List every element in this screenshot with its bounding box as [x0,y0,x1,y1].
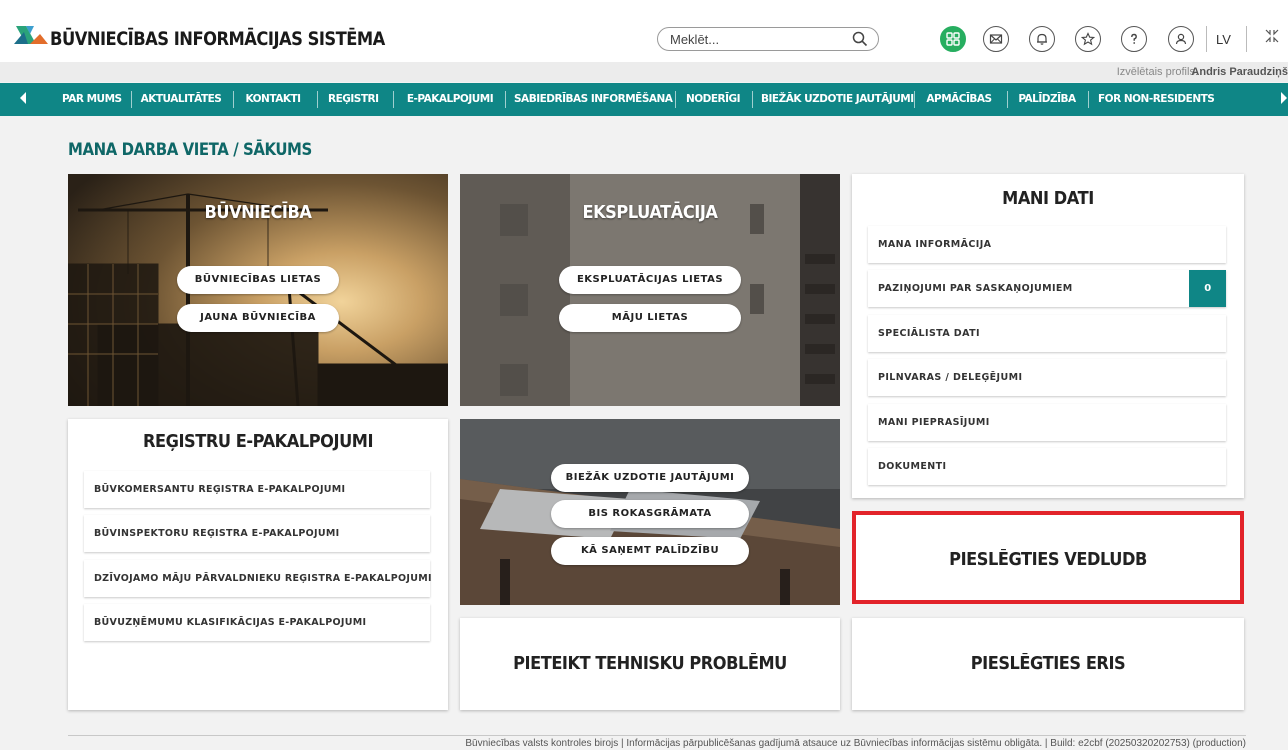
mana-informacija-link[interactable]: MANA INFORMĀCIJA [868,226,1226,263]
nav-separator [914,91,915,108]
bell-icon[interactable] [1029,26,1055,52]
star-icon[interactable] [1075,26,1101,52]
ekspluatacijas-lietas-button[interactable]: EKSPLUATĀCIJAS LIETAS [559,266,741,294]
tehniska-label: PIETEIKT TEHNISKU PROBLĒMU [513,653,787,674]
toolbar-separator [1246,26,1247,52]
bis-rokasgramata-button[interactable]: BIS ROKASGRĀMATA [551,500,749,528]
language-switch[interactable]: LV [1216,32,1231,47]
page-title: MANA DARBA VIETA / SĀKUMS [68,140,312,160]
mani-dati-title: MANI DATI [1002,188,1094,209]
dzivojamo-maju-parvaldnieku-registrs-link[interactable]: DZĪVOJAMO MĀJU PĀRVALDNIEKU REĢISTRA E-P… [84,560,432,597]
apps-grid-icon[interactable] [940,26,966,52]
nav-item-sabiedribas-informesana[interactable]: SABIEDRĪBAS INFORMĒŠANA [514,83,673,116]
dokumenti-link[interactable]: DOKUMENTI [868,448,1226,485]
nav-item-palidziba[interactable]: PALĪDZĪBA [1016,83,1078,116]
mail-icon[interactable] [983,26,1009,52]
nav-item-kontakti[interactable]: KONTAKTI [245,83,301,116]
nav-item-par-mums[interactable]: PAR MUMS [62,83,122,116]
help-icon[interactable] [1121,26,1147,52]
eris-label: PIESLĒGTIES ERIS [970,653,1126,674]
search-input[interactable] [670,31,850,47]
nav-separator [233,91,234,108]
nav-scroll-left-icon[interactable] [20,92,26,104]
notification-count-badge: 0 [1189,270,1226,307]
profile-bar: Izvēlētais profils: Andris Paraudziņš [0,62,1288,82]
toolbar-separator [1206,26,1207,52]
registru-e-pakalpojumi-card: REĢISTRU E-PAKALPOJUMI BŪVKOMERSANTU REĢ… [68,419,448,710]
nav-item-apmacibas[interactable]: APMĀCĪBAS [924,83,994,116]
nav-separator [752,91,753,108]
pilnvaras-delegejumi-link[interactable]: PILNVARAS / DELEĢĒJUMI [868,359,1226,396]
bis-logo-icon[interactable] [14,22,48,46]
mani-pieprasijumi-link[interactable]: MANI PIEPRASĪJUMI [868,404,1226,441]
pazinojumi-label: PAZIŅOJUMI PAR SASKAŅOJUMIEM [878,283,1073,294]
nav-separator [131,91,132,108]
biezak-uzdotie-jautajumi-button[interactable]: BIEŽĀK UZDOTIE JAUTĀJUMI [551,464,749,492]
mani-dati-card: MANI DATI MANA INFORMĀCIJA PAZIŅOJUMI PA… [852,174,1244,498]
buvnieciba-title: BŪVNIECĪBA [204,202,312,223]
help-card: BIEŽĀK UZDOTIE JAUTĀJUMI BIS ROKASGRĀMAT… [460,419,840,605]
ekspluatacija-title: EKSPLUATĀCIJA [582,202,718,223]
nav-item-biezak-uzdotie-jautajumi[interactable]: BIEŽĀK UZDOTIE JAUTĀJUMI [761,83,914,116]
nav-item-noderigi[interactable]: NODERĪGI [684,83,742,116]
nav-separator [393,91,394,108]
profile-label: Izvēlētais profils: [1116,66,1198,78]
search-icon[interactable] [852,31,868,47]
pieteikt-tehnisku-problemu-tile[interactable]: PIETEIKT TEHNISKU PROBLĒMU [460,618,840,710]
jauna-buvnieciba-button[interactable]: JAUNA BŪVNIECĪBA [177,304,339,332]
nav-separator [317,91,318,108]
nav-separator [675,91,676,108]
top-bar: BŪVNIECĪBAS INFORMĀCIJAS SISTĒMA LV [0,0,1288,62]
buvniecibas-lietas-button[interactable]: BŪVNIECĪBAS LIETAS [177,266,339,294]
pazinojumi-par-saskanojumiem-link[interactable]: PAZIŅOJUMI PAR SASKAŅOJUMIEM 0 [868,270,1226,307]
nav-separator [505,91,506,108]
nav-item-e-pakalpojumi[interactable]: E-PAKALPOJUMI [404,83,496,116]
footer-text: Būvniecības valsts kontroles birojs | In… [465,738,1246,749]
buvinspektoru-registrs-link[interactable]: BŪVINSPEKTORU REĢISTRA E-PAKALPOJUMI [84,515,430,552]
main-nav: PAR MUMS AKTUALITĀTES KONTAKTI REĢISTRI … [0,83,1288,116]
brand-title[interactable]: BŪVNIECĪBAS INFORMĀCIJAS SISTĒMA [50,28,385,50]
pieslegties-vedludb-tile[interactable]: PIESLĒGTIES VEDLUDB [852,511,1244,604]
footer-divider [68,735,1246,736]
user-profile-icon[interactable] [1168,26,1194,52]
nav-item-registri[interactable]: REĢISTRI [328,83,379,116]
maju-lietas-button[interactable]: MĀJU LIETAS [559,304,741,332]
buvuznemumu-klasifikacija-link[interactable]: BŪVUZŅĒMUMU KLASIFIKĀCIJAS E-PAKALPOJUMI [84,604,430,641]
nav-item-aktualitates[interactable]: AKTUALITĀTES [140,83,222,116]
vedludb-label: PIESLĒGTIES VEDLUDB [949,549,1147,570]
buvnieciba-card: BŪVNIECĪBA BŪVNIECĪBAS LIETAS JAUNA BŪVN… [68,174,448,406]
buvkomersantu-registrs-link[interactable]: BŪVKOMERSANTU REĢISTRA E-PAKALPOJUMI [84,471,430,508]
ka-sanemt-palidzibu-button[interactable]: KĀ SAŅEMT PALĪDZĪBU [551,537,749,565]
specialista-dati-link[interactable]: SPECIĀLISTA DATI [868,315,1226,352]
pieslegties-eris-tile[interactable]: PIESLĒGTIES ERIS [852,618,1244,710]
search-box [657,27,879,51]
ekspluatacija-card: EKSPLUATĀCIJA EKSPLUATĀCIJAS LIETAS MĀJU… [460,174,840,406]
nav-item-for-non-residents[interactable]: FOR NON-RESIDENTS [1098,83,1215,116]
collapse-icon[interactable] [1264,28,1280,44]
profile-name[interactable]: Andris Paraudziņš [1191,66,1288,78]
registri-title: REĢISTRU E-PAKALPOJUMI [142,431,374,452]
nav-scroll-right-icon[interactable] [1281,92,1287,104]
nav-separator [1088,91,1089,108]
nav-separator [1007,91,1008,108]
